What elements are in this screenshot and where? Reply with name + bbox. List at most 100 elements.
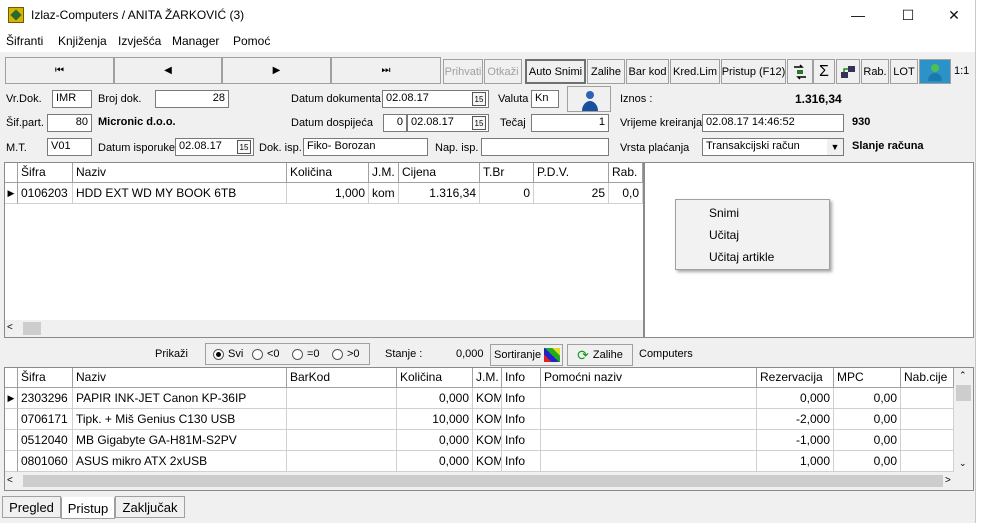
stock-kolicina[interactable]: 0,000 [397,388,473,409]
user-icon[interactable] [919,59,951,84]
scroll-right-icon[interactable]: > [945,475,951,486]
scroll-down-icon[interactable]: ⌄ [959,458,967,469]
stock-mpc[interactable]: 0,00 [834,451,901,472]
stock-jm[interactable]: KOM [473,451,502,472]
stock-h-scrollbar[interactable]: < > [5,472,973,490]
stock-mpc[interactable]: 0,00 [834,388,901,409]
vr-dok-field[interactable]: IMR [52,90,92,108]
calendar-icon[interactable]: 15 [472,116,486,130]
stock-mpc[interactable]: 0,00 [834,409,901,430]
stock-barkod[interactable] [287,430,397,451]
stock-kolicina[interactable]: 0,000 [397,451,473,472]
col-rezervacija[interactable]: Rezervacija [757,368,834,388]
stock-info[interactable]: Info [502,430,541,451]
rabat-button[interactable]: Rab. [861,59,889,84]
otkazi-button[interactable]: Otkaži [484,59,522,84]
item-kolicina[interactable]: 1,000 [287,183,369,204]
stock-kolicina[interactable]: 0,000 [397,430,473,451]
stock-info[interactable]: Info [502,388,541,409]
stock-sifra[interactable]: 0801060 [18,451,73,472]
menu-manager[interactable]: Manager [172,34,219,48]
radio-gt0[interactable] [332,349,343,360]
stock-nab-cijena[interactable] [901,388,954,409]
item-pdv[interactable]: 25 [534,183,609,204]
zalihe-refresh-button[interactable]: ⟳ Zalihe [567,344,633,366]
col-tbr[interactable]: T.Br [480,163,534,183]
stock-jm[interactable]: KOM [473,430,502,451]
mt-field[interactable]: V01 [47,138,92,156]
chevron-down-icon[interactable]: ▼ [827,139,843,155]
menu-knjizenja[interactable]: Knjiženja [58,34,107,48]
stock-naziv[interactable]: PAPIR INK-JET Canon KP-36IP [73,388,287,409]
col-mpc[interactable]: MPC [834,368,901,388]
dok-isp-field[interactable]: Fiko- Borozan [303,138,428,156]
stock-mpc[interactable]: 0,00 [834,430,901,451]
minimize-button[interactable]: — [835,0,881,30]
stock-sifra[interactable]: 2303296 [18,388,73,409]
col-nab-cijena[interactable]: Nab.cije [901,368,954,388]
scroll-thumb[interactable] [956,385,971,401]
scroll-up-icon[interactable]: ⌃ [959,370,967,381]
stock-naziv[interactable]: MB Gigabyte GA-H81M-S2PV [73,430,287,451]
prihvati-button[interactable]: Prihvati [443,59,483,84]
valuta-field[interactable]: Kn [531,90,559,108]
ctx-snimi[interactable]: Snimi [709,206,739,220]
col-naziv[interactable]: Naziv [73,163,287,183]
stock-pomocni-naziv[interactable] [541,451,757,472]
scroll-left-icon[interactable]: < [7,475,13,486]
stock-info[interactable]: Info [502,409,541,430]
transfer-icon[interactable] [787,59,813,84]
tab-pristup[interactable]: Pristup [61,497,115,519]
tab-pregled[interactable]: Pregled [2,496,61,518]
stock-v-scrollbar[interactable]: ⌃ ⌄ [954,368,973,472]
stock-jm[interactable]: KOM [473,388,502,409]
stock-pomocni-naziv[interactable] [541,388,757,409]
tecaj-field[interactable]: 1 [531,114,609,132]
stock-barkod[interactable] [287,409,397,430]
partner-lookup-button[interactable] [567,86,611,112]
col-pomocni-naziv[interactable]: Pomoćni naziv [541,368,757,388]
item-sifra[interactable]: 0106203 [18,183,73,204]
zalihe-button[interactable]: Zalihe [587,59,625,84]
sum-button[interactable]: Σ [813,59,835,84]
item-naziv[interactable]: HDD EXT WD MY BOOK 6TB [73,183,287,204]
col-kolicina[interactable]: Količina [397,368,473,388]
ctx-ucitaj-artikle[interactable]: Učitaj artikle [709,250,774,264]
lot-button[interactable]: LOT [890,59,918,84]
stock-naziv[interactable]: ASUS mikro ATX 2xUSB [73,451,287,472]
stock-nab-cijena[interactable] [901,451,954,472]
network-icon[interactable] [836,59,860,84]
stock-nab-cijena[interactable] [901,409,954,430]
bar-kod-button[interactable]: Bar kod [626,59,669,84]
prev-record-button[interactable]: ◀ [114,57,222,84]
col-jm[interactable]: J.M. [473,368,502,388]
stock-sifra[interactable]: 0706171 [18,409,73,430]
scroll-thumb[interactable] [23,322,41,335]
tab-zakljucak[interactable]: Zaključak [115,496,185,518]
stock-naziv[interactable]: Tipk. + Miš Genius C130 USB [73,409,287,430]
menu-sifranti[interactable]: Šifranti [6,34,43,48]
stock-barkod[interactable] [287,388,397,409]
menu-pomoc[interactable]: Pomoć [233,34,270,48]
item-cijena[interactable]: 1.316,34 [399,183,480,204]
stock-barkod[interactable] [287,451,397,472]
maximize-button[interactable]: ☐ [885,0,931,30]
stock-pomocni-naziv[interactable] [541,409,757,430]
stock-nab-cijena[interactable] [901,430,954,451]
first-record-button[interactable]: ⏮ [5,57,114,84]
scroll-thumb[interactable] [23,475,943,487]
col-rab[interactable]: Rab. [609,163,643,183]
item-jm[interactable]: kom [369,183,399,204]
col-sifra[interactable]: Šifra [18,163,73,183]
close-button[interactable]: ✕ [931,0,977,30]
broj-dok-field[interactable]: 28 [155,90,229,108]
col-pdv[interactable]: P.D.V. [534,163,609,183]
stock-info[interactable]: Info [502,451,541,472]
stock-rezervacija[interactable]: -1,000 [757,430,834,451]
ctx-ucitaj[interactable]: Učitaj [709,228,739,242]
stock-rezervacija[interactable]: 1,000 [757,451,834,472]
radio-svi[interactable] [213,349,224,360]
sortiranje-button[interactable]: Sortiranje [490,344,563,366]
auto-snimi-button[interactable]: Auto Snimi [525,59,586,84]
last-record-button[interactable]: ⏭ [331,57,441,84]
